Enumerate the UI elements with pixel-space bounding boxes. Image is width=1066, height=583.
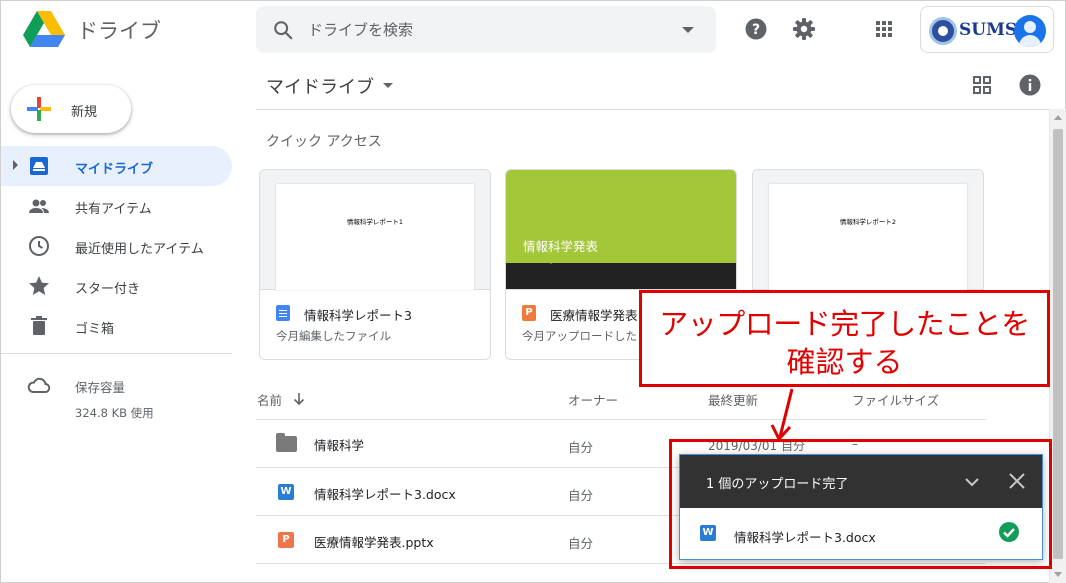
card-reason: 今月アップロードした bbox=[522, 329, 637, 343]
google-drive-logo bbox=[23, 11, 65, 47]
column-header-owner[interactable]: オーナー bbox=[568, 390, 618, 409]
thumbnail-title: 情報科学発表 bbox=[523, 239, 599, 254]
card-thumbnail: 情報科学レポート1 bbox=[260, 170, 490, 290]
row-divider bbox=[256, 419, 986, 420]
trash-icon bbox=[31, 316, 47, 335]
settings-gear-icon[interactable] bbox=[790, 15, 818, 43]
account-switcher[interactable]: SUMS bbox=[920, 6, 1054, 53]
card-file-name: 医療情報学発表 bbox=[550, 308, 638, 323]
sidebar-item-label: 最近使用したアイテム bbox=[75, 242, 204, 257]
column-header-name[interactable]: 名前 bbox=[257, 390, 282, 409]
sort-arrow-down-icon[interactable] bbox=[292, 392, 306, 406]
word-file-icon: W bbox=[278, 484, 294, 500]
storage-used: 324.8 KB 使用 bbox=[75, 406, 154, 420]
new-button-label: 新規 bbox=[71, 105, 98, 120]
search-bar[interactable] bbox=[256, 6, 716, 53]
thumbnail-title: 情報科学レポート2 bbox=[839, 218, 897, 226]
svg-text:?: ? bbox=[752, 22, 760, 38]
annotation-callout: アップロード完了したことを 確認する bbox=[639, 290, 1050, 387]
quick-access-label: クイック アクセス bbox=[266, 134, 382, 150]
sidebar-item-shared[interactable]: 共有アイテム bbox=[1, 186, 232, 226]
sidebar-item-label: スター付き bbox=[75, 282, 141, 297]
app-title: ドライブ bbox=[77, 19, 161, 43]
quick-access-card[interactable]: 情報科学レポート1 情報科学レポート3 今月編集したファイル bbox=[259, 169, 491, 360]
chevron-down-icon[interactable] bbox=[383, 83, 393, 88]
file-owner: 自分 bbox=[568, 488, 594, 503]
expand-caret-icon[interactable] bbox=[13, 160, 18, 170]
file-name[interactable]: 医療情報学発表.pptx bbox=[314, 532, 434, 551]
sidebar-item-trash[interactable]: ゴミ箱 bbox=[1, 306, 232, 346]
storage-label[interactable]: 保存容量 bbox=[75, 377, 125, 396]
sidebar-divider bbox=[1, 353, 232, 354]
organization-seal-icon bbox=[929, 17, 957, 45]
cloud-icon bbox=[27, 377, 51, 393]
google-docs-icon bbox=[276, 305, 290, 321]
sidebar-item-starred[interactable]: スター付き bbox=[1, 266, 232, 306]
search-input[interactable] bbox=[308, 18, 668, 42]
sidebar-item-recent[interactable]: 最近使用したアイテム bbox=[1, 226, 232, 266]
shared-people-icon bbox=[29, 199, 49, 213]
file-name[interactable]: 情報科学レポート3.docx bbox=[314, 484, 456, 503]
sidebar-item-label: 共有アイテム bbox=[75, 202, 152, 217]
search-options-dropdown-icon[interactable] bbox=[682, 27, 694, 33]
plus-icon bbox=[27, 97, 51, 121]
card-file-name: 情報科学レポート3 bbox=[304, 308, 412, 323]
help-icon[interactable]: ? bbox=[742, 15, 770, 43]
header-divider bbox=[256, 109, 1051, 110]
organization-brand: SUMS bbox=[959, 20, 1018, 40]
info-icon[interactable] bbox=[1016, 71, 1044, 99]
avatar[interactable] bbox=[1014, 15, 1046, 47]
annotation-line-1: アップロード完了したことを bbox=[659, 307, 1030, 341]
clock-icon bbox=[29, 236, 49, 256]
sidebar-item-my-drive[interactable]: マイドライブ bbox=[1, 146, 232, 186]
powerpoint-icon: P bbox=[522, 305, 536, 321]
file-name[interactable]: 情報科学 bbox=[314, 435, 364, 454]
powerpoint-file-icon: P bbox=[278, 532, 294, 548]
page-title[interactable]: マイドライブ bbox=[266, 73, 374, 99]
card-thumbnail: 情報科学発表 bbox=[506, 170, 736, 290]
my-drive-icon bbox=[30, 157, 48, 175]
star-icon bbox=[29, 276, 49, 295]
apps-grid-icon[interactable] bbox=[870, 15, 898, 43]
card-thumbnail: 情報科学レポート2 bbox=[753, 170, 983, 290]
annotation-line-2: 確認する bbox=[786, 345, 903, 379]
annotation-arrow-icon bbox=[770, 388, 794, 442]
column-header-modified[interactable]: 最終更新 bbox=[708, 390, 758, 409]
scrollbar-thumb[interactable] bbox=[1053, 129, 1063, 559]
file-owner: 自分 bbox=[568, 440, 594, 455]
scroll-down-arrow-icon[interactable] bbox=[1054, 572, 1062, 577]
annotation-highlight-box bbox=[669, 439, 1052, 569]
sidebar-item-label: マイドライブ bbox=[75, 162, 154, 177]
thumbnail-title: 情報科学レポート1 bbox=[346, 218, 404, 226]
sidebar-item-label: ゴミ箱 bbox=[75, 322, 115, 337]
card-reason: 今月編集したファイル bbox=[276, 329, 391, 343]
column-header-size[interactable]: ファイルサイズ bbox=[852, 390, 939, 409]
grid-view-icon[interactable] bbox=[968, 71, 996, 99]
new-button[interactable]: 新規 bbox=[11, 85, 131, 133]
search-icon[interactable] bbox=[272, 19, 294, 41]
scroll-up-arrow-icon[interactable] bbox=[1054, 115, 1062, 120]
file-owner: 自分 bbox=[568, 536, 594, 551]
folder-icon bbox=[276, 433, 297, 452]
